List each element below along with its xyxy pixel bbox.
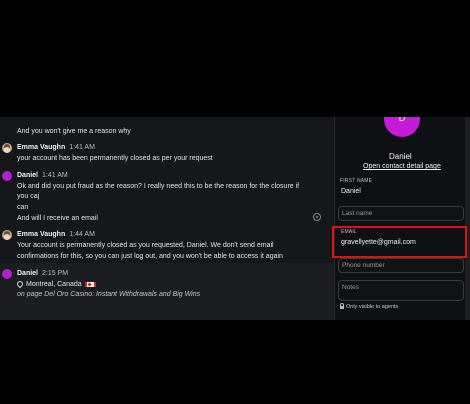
lock-icon: [340, 303, 344, 309]
emma-avatar: [2, 143, 12, 153]
phone-field[interactable]: Phone number: [338, 258, 464, 273]
first-name-field[interactable]: Daniel: [341, 188, 361, 195]
scrollbar[interactable]: [465, 117, 470, 320]
emma-avatar: [2, 230, 12, 240]
visitor-location: Montreal, Canada: [15, 279, 96, 289]
message-time: 2:15 PM: [42, 270, 69, 277]
message-time: 1:44 AM: [69, 231, 95, 238]
author-name: Emma Vaughn: [17, 144, 66, 151]
author-name: Daniel: [17, 270, 39, 277]
message-text: Ok and did you put fraud as the reason? …: [17, 183, 300, 190]
contact-detail-link[interactable]: Open contact detail page: [363, 163, 441, 170]
message-time: 1:41 AM: [69, 144, 95, 151]
message-header: Daniel 1:41 AM: [17, 171, 68, 180]
contact-name: Daniel: [389, 152, 412, 161]
email-label: EMAIL: [341, 229, 358, 235]
location-pin-icon: [15, 279, 25, 289]
message-text: you caj: [17, 193, 40, 200]
first-name-label: FIRST NAME: [340, 178, 373, 184]
last-name-field[interactable]: Last name: [338, 206, 464, 221]
author-name: Emma Vaughn: [17, 231, 66, 238]
daniel-avatar: [2, 269, 12, 279]
visitor-page[interactable]: on page Del Oro Casino: Instant Withdraw…: [17, 290, 200, 299]
visibility-note: Only visible to agents: [340, 303, 399, 310]
daniel-avatar: [2, 171, 12, 181]
message-text: And will I receive an email: [17, 215, 98, 222]
author-name: Daniel: [17, 172, 39, 179]
canada-flag-icon: [84, 281, 96, 287]
message-header: Emma Vaughn 1:44 AM: [17, 230, 95, 239]
message-text: Your account is permanently closed as yo…: [17, 242, 274, 249]
message-text: can: [17, 204, 29, 211]
email-field[interactable]: gravellyette@gmail.com: [341, 239, 416, 246]
message-text: your account has been permanently closed…: [17, 155, 213, 162]
app-frame: And you won't give me a reason why Emma …: [0, 117, 470, 320]
chat-panel: And you won't give me a reason why Emma …: [0, 117, 333, 320]
message-time: 1:41 AM: [42, 172, 68, 179]
location-text: Montreal, Canada: [26, 281, 82, 288]
visibility-text: Only visible to agents: [346, 304, 399, 310]
message-header: Daniel 2:15 PM: [17, 269, 68, 278]
gear-icon[interactable]: [313, 213, 321, 221]
notes-field[interactable]: Notes: [338, 280, 464, 301]
message-text: And you won't give me a reason why: [17, 128, 131, 135]
message-header: Emma Vaughn 1:41 AM: [17, 143, 95, 152]
message-text: confirmations for this, so you can just …: [17, 253, 283, 260]
